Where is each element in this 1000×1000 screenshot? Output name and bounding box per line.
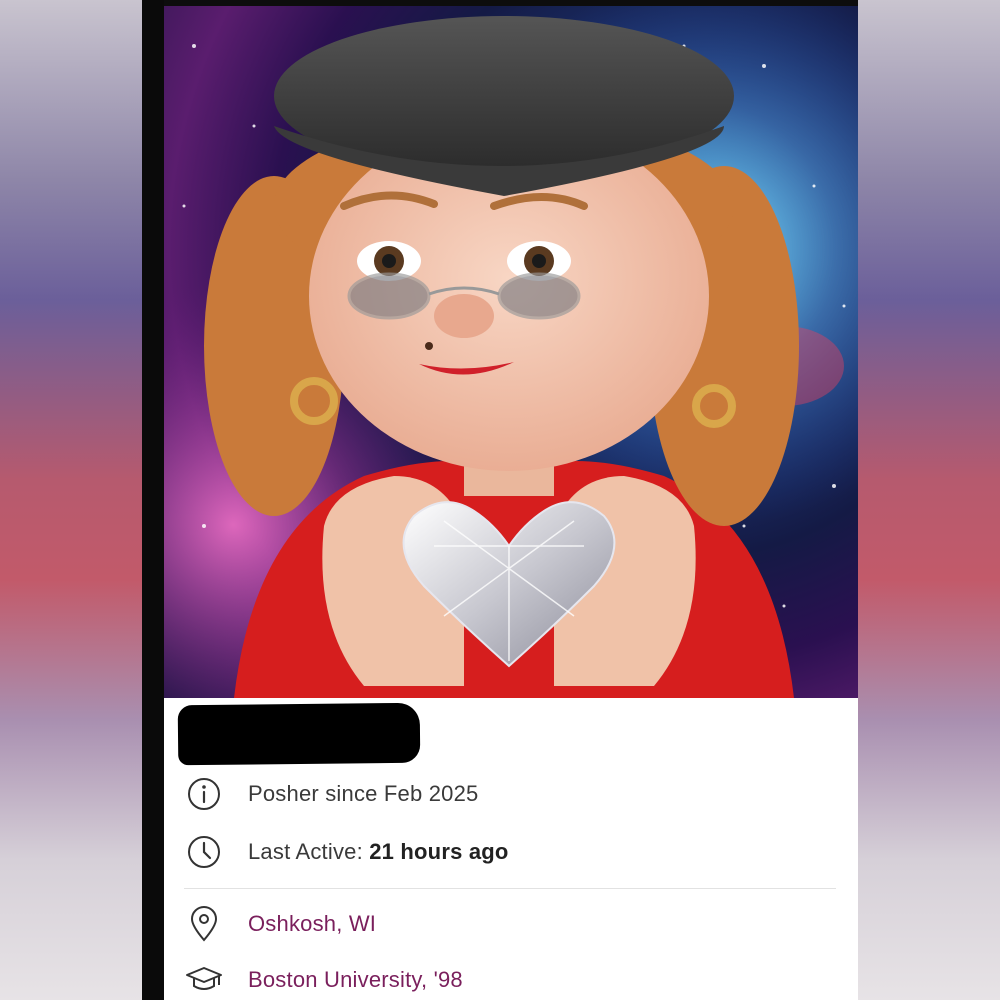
info-icon bbox=[184, 774, 224, 814]
graduation-cap-icon bbox=[184, 960, 224, 1000]
last-active-label: Last Active: bbox=[248, 839, 363, 864]
clock-icon bbox=[184, 832, 224, 872]
section-divider bbox=[184, 888, 836, 889]
posher-since-row: Posher since Feb 2025 bbox=[184, 774, 478, 814]
screen-edge bbox=[142, 0, 164, 1000]
location-pin-icon bbox=[184, 904, 224, 944]
location-link[interactable]: Oshkosh, WI bbox=[248, 911, 376, 937]
posher-since-text: Posher since Feb 2025 bbox=[248, 781, 479, 806]
location-row[interactable]: Oshkosh, WI bbox=[184, 904, 376, 944]
avatar-illustration bbox=[164, 6, 858, 698]
profile-photo[interactable] bbox=[164, 6, 858, 698]
last-active-row: Last Active: 21 hours ago bbox=[184, 832, 509, 872]
last-active-value: 21 hours ago bbox=[369, 839, 509, 864]
last-active-text: Last Active: 21 hours ago bbox=[248, 839, 509, 865]
education-row[interactable]: Boston University, '98 bbox=[184, 960, 463, 1000]
education-link[interactable]: Boston University, '98 bbox=[248, 967, 463, 993]
redacted-username bbox=[177, 702, 421, 766]
